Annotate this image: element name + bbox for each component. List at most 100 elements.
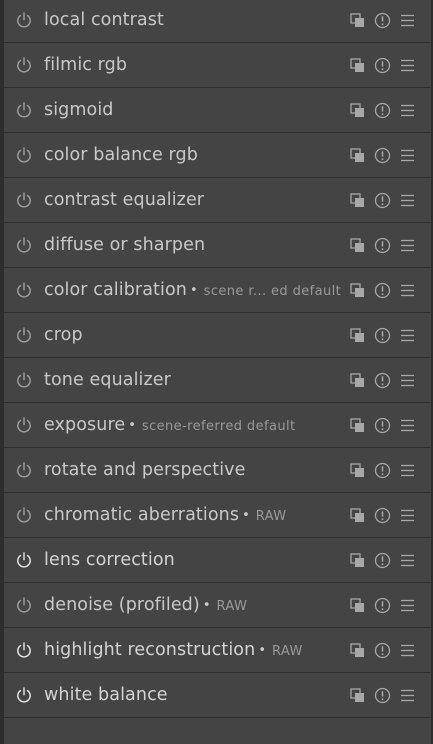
presets-menu-icon[interactable] xyxy=(399,12,416,29)
module-label[interactable]: highlight reconstruction • RAW xyxy=(44,628,348,672)
module-row-4[interactable]: contrast equalizer xyxy=(4,178,431,223)
power-icon[interactable] xyxy=(15,56,33,74)
module-list: local contrast filmic rgb sigmoid color … xyxy=(4,0,431,718)
module-row-8[interactable]: tone equalizer xyxy=(4,358,431,403)
reset-icon[interactable] xyxy=(374,417,391,434)
power-icon[interactable] xyxy=(15,506,33,524)
presets-menu-icon[interactable] xyxy=(399,57,416,74)
power-icon[interactable] xyxy=(15,641,33,659)
presets-menu-icon[interactable] xyxy=(399,147,416,164)
power-icon[interactable] xyxy=(15,11,33,29)
module-label[interactable]: filmic rgb xyxy=(44,43,348,87)
module-row-1[interactable]: filmic rgb xyxy=(4,43,431,88)
reset-icon[interactable] xyxy=(374,507,391,524)
reset-icon[interactable] xyxy=(374,372,391,389)
presets-menu-icon[interactable] xyxy=(399,552,416,569)
module-label[interactable]: denoise (profiled) • RAW xyxy=(44,583,348,627)
module-label[interactable]: crop xyxy=(44,313,348,357)
reset-icon[interactable] xyxy=(374,192,391,209)
presets-menu-icon[interactable] xyxy=(399,372,416,389)
power-icon[interactable] xyxy=(15,191,33,209)
reset-icon[interactable] xyxy=(374,282,391,299)
reset-icon[interactable] xyxy=(374,12,391,29)
module-actions xyxy=(349,628,416,672)
reset-icon[interactable] xyxy=(374,327,391,344)
multi-instance-icon[interactable] xyxy=(349,57,366,74)
module-actions xyxy=(349,673,416,717)
module-label[interactable]: color calibration • scene r... ed default xyxy=(44,268,348,312)
presets-menu-icon[interactable] xyxy=(399,507,416,524)
module-row-12[interactable]: lens correction xyxy=(4,538,431,583)
multi-instance-icon[interactable] xyxy=(349,192,366,209)
multi-instance-icon[interactable] xyxy=(349,147,366,164)
presets-menu-icon[interactable] xyxy=(399,327,416,344)
multi-instance-icon[interactable] xyxy=(349,507,366,524)
module-label[interactable]: color balance rgb xyxy=(44,133,348,177)
reset-icon[interactable] xyxy=(374,642,391,659)
module-row-11[interactable]: chromatic aberrations • RAW xyxy=(4,493,431,538)
reset-icon[interactable] xyxy=(374,462,391,479)
module-label[interactable]: rotate and perspective xyxy=(44,448,348,492)
module-row-10[interactable]: rotate and perspective xyxy=(4,448,431,493)
presets-menu-icon[interactable] xyxy=(399,282,416,299)
reset-icon[interactable] xyxy=(374,147,391,164)
power-icon[interactable] xyxy=(15,146,33,164)
reset-icon[interactable] xyxy=(374,102,391,119)
module-row-2[interactable]: sigmoid xyxy=(4,88,431,133)
reset-icon[interactable] xyxy=(374,687,391,704)
multi-instance-icon[interactable] xyxy=(349,237,366,254)
multi-instance-icon[interactable] xyxy=(349,597,366,614)
module-row-13[interactable]: denoise (profiled) • RAW xyxy=(4,583,431,628)
power-icon[interactable] xyxy=(15,416,33,434)
multi-instance-icon[interactable] xyxy=(349,462,366,479)
power-icon[interactable] xyxy=(15,551,33,569)
multi-instance-icon[interactable] xyxy=(349,552,366,569)
multi-instance-icon[interactable] xyxy=(349,687,366,704)
power-icon[interactable] xyxy=(15,461,33,479)
module-label[interactable]: white balance xyxy=(44,673,348,717)
presets-menu-icon[interactable] xyxy=(399,102,416,119)
module-row-14[interactable]: highlight reconstruction • RAW xyxy=(4,628,431,673)
module-row-5[interactable]: diffuse or sharpen xyxy=(4,223,431,268)
presets-menu-icon[interactable] xyxy=(399,237,416,254)
presets-menu-icon[interactable] xyxy=(399,462,416,479)
multi-instance-icon[interactable] xyxy=(349,372,366,389)
module-label[interactable]: diffuse or sharpen xyxy=(44,223,348,267)
power-icon[interactable] xyxy=(15,371,33,389)
presets-menu-icon[interactable] xyxy=(399,192,416,209)
presets-menu-icon[interactable] xyxy=(399,417,416,434)
power-icon[interactable] xyxy=(15,281,33,299)
power-icon[interactable] xyxy=(15,101,33,119)
multi-instance-icon[interactable] xyxy=(349,327,366,344)
reset-icon[interactable] xyxy=(374,57,391,74)
presets-menu-icon[interactable] xyxy=(399,597,416,614)
power-icon[interactable] xyxy=(15,326,33,344)
power-icon[interactable] xyxy=(15,596,33,614)
module-row-15[interactable]: white balance xyxy=(4,673,431,718)
module-label[interactable]: sigmoid xyxy=(44,88,348,132)
module-label[interactable]: local contrast xyxy=(44,0,348,42)
module-row-7[interactable]: crop xyxy=(4,313,431,358)
module-label[interactable]: chromatic aberrations • RAW xyxy=(44,493,348,537)
module-label[interactable]: lens correction xyxy=(44,538,348,582)
module-label[interactable]: contrast equalizer xyxy=(44,178,348,222)
reset-icon[interactable] xyxy=(374,552,391,569)
reset-icon[interactable] xyxy=(374,597,391,614)
multi-instance-icon[interactable] xyxy=(349,282,366,299)
reset-icon[interactable] xyxy=(374,237,391,254)
presets-menu-icon[interactable] xyxy=(399,687,416,704)
multi-instance-icon[interactable] xyxy=(349,642,366,659)
module-row-6[interactable]: color calibration • scene r... ed default xyxy=(4,268,431,313)
multi-instance-icon[interactable] xyxy=(349,102,366,119)
presets-menu-icon[interactable] xyxy=(399,642,416,659)
module-row-3[interactable]: color balance rgb xyxy=(4,133,431,178)
multi-instance-icon[interactable] xyxy=(349,12,366,29)
multi-instance-icon[interactable] xyxy=(349,417,366,434)
module-row-9[interactable]: exposure • scene-referred default xyxy=(4,403,431,448)
module-row-0[interactable]: local contrast xyxy=(4,0,431,43)
module-actions xyxy=(349,268,416,312)
module-label[interactable]: exposure • scene-referred default xyxy=(44,403,348,447)
module-label[interactable]: tone equalizer xyxy=(44,358,348,402)
power-icon[interactable] xyxy=(15,236,33,254)
power-icon[interactable] xyxy=(15,686,33,704)
